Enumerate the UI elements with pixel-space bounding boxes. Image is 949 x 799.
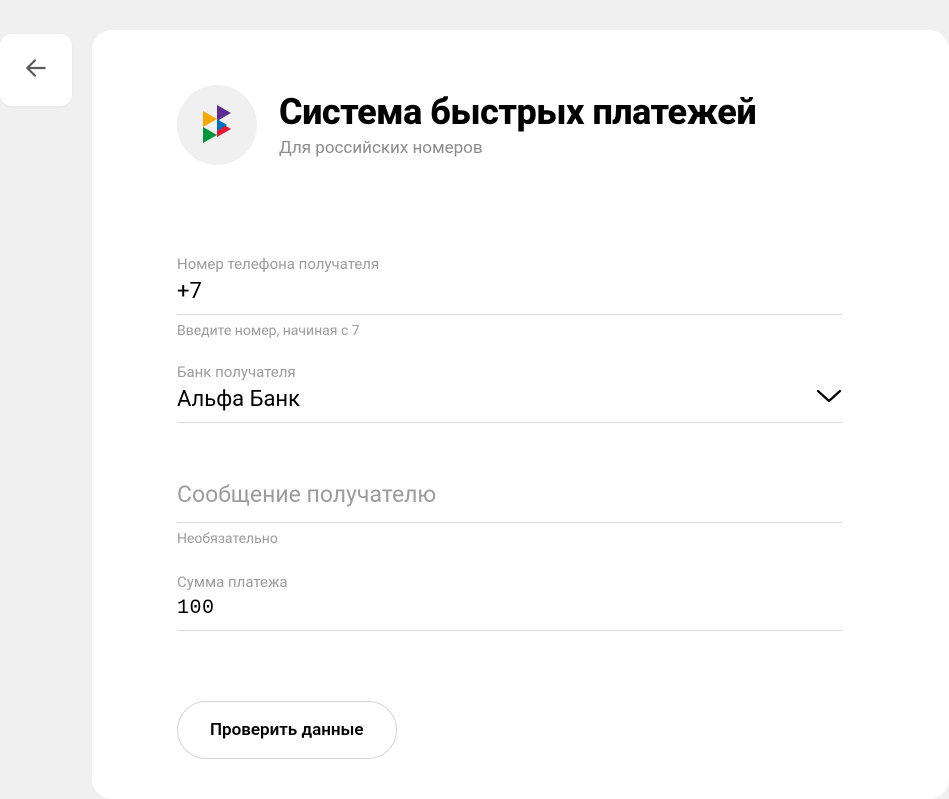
payment-form-card: Система быстрых платежей Для российских … xyxy=(92,30,949,799)
arrow-left-icon xyxy=(23,55,49,85)
amount-input[interactable] xyxy=(177,595,842,631)
phone-hint: Введите номер, начиная с 7 xyxy=(177,323,842,339)
submit-button[interactable]: Проверить данные xyxy=(177,701,397,759)
bank-field-group: Банк получателя Альфа Банк xyxy=(177,363,842,423)
page-title: Система быстрых платежей xyxy=(279,92,756,133)
phone-field-group: Номер телефона получателя Введите номер,… xyxy=(177,255,842,339)
message-field-group: Необязательно xyxy=(177,479,842,547)
message-hint: Необязательно xyxy=(177,531,842,547)
logo-circle xyxy=(177,85,257,165)
message-input[interactable] xyxy=(177,479,842,523)
header: Система быстрых платежей Для российских … xyxy=(177,85,874,165)
phone-label: Номер телефона получателя xyxy=(177,255,842,273)
phone-input[interactable] xyxy=(177,277,842,315)
amount-field-group: Сумма платежа xyxy=(177,573,842,631)
amount-label: Сумма платежа xyxy=(177,573,842,591)
bank-label: Банк получателя xyxy=(177,363,842,381)
bank-select[interactable]: Альфа Банк xyxy=(177,385,842,423)
back-button[interactable] xyxy=(0,34,72,106)
page-subtitle: Для российских номеров xyxy=(279,138,756,158)
sbp-logo-icon xyxy=(195,101,239,149)
